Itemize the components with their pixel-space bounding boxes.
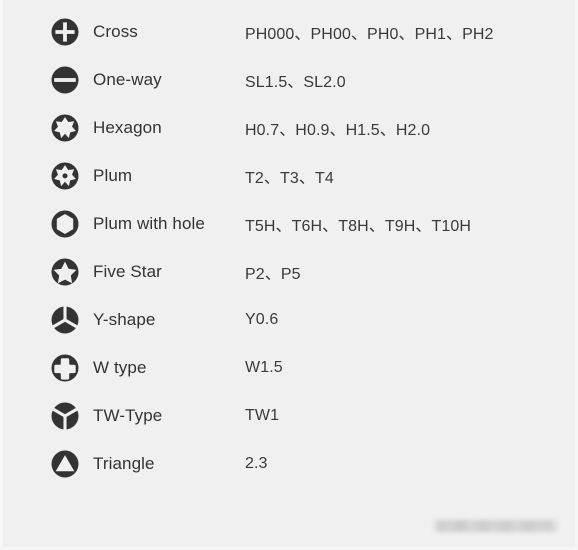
screwdriver-bit-spec-page: Cross PH000、PH00、PH0、PH1、PH2 One-way SL1…	[0, 0, 578, 550]
spec-row: Plum T2、T3、T4	[0, 152, 578, 200]
tw-type-bit-icon	[50, 401, 93, 431]
hexagon-star-bit-icon	[50, 113, 93, 143]
spec-value: W1.5	[245, 359, 283, 376]
bit-spec-list: Cross PH000、PH00、PH0、PH1、PH2 One-way SL1…	[0, 8, 578, 488]
spec-value: TW1	[245, 407, 280, 424]
spec-label: Hexagon	[93, 118, 162, 137]
spec-row: Y-shape Y0.6	[0, 296, 578, 344]
spec-label: TW-Type	[93, 406, 163, 425]
spec-value: SL1.5、SL2.0	[245, 74, 346, 91]
spec-value: T5H、T6H、T8H、T9H、T10H	[245, 218, 472, 235]
blurred-watermark	[432, 520, 560, 532]
plum-torx-bit-icon	[50, 161, 93, 191]
y-shape-bit-icon	[50, 305, 93, 335]
five-star-bit-icon	[50, 257, 93, 287]
spec-label: Five Star	[93, 262, 162, 281]
spec-row: Plum with hole T5H、T6H、T8H、T9H、T10H	[0, 200, 578, 248]
spec-row: Hexagon H0.7、H0.9、H1.5、H2.0	[0, 104, 578, 152]
w-type-bit-icon	[50, 353, 93, 383]
triangle-bit-icon	[50, 449, 93, 479]
spec-row: One-way SL1.5、SL2.0	[0, 56, 578, 104]
spec-label: Plum	[93, 166, 133, 185]
spec-value: P2、P5	[245, 266, 301, 283]
one-way-slot-bit-icon	[50, 65, 93, 95]
spec-label: Triangle	[93, 454, 155, 473]
spec-label: One-way	[93, 70, 162, 89]
spec-row: Cross PH000、PH00、PH0、PH1、PH2	[0, 8, 578, 56]
spec-row: Triangle 2.3	[0, 440, 578, 488]
spec-value: H0.7、H0.9、H1.5、H2.0	[245, 122, 431, 139]
spec-label: W type	[93, 358, 147, 377]
spec-label: Plum with hole	[93, 214, 205, 233]
spec-label: Y-shape	[93, 310, 156, 329]
spec-row: Five Star P2、P5	[0, 248, 578, 296]
spec-value: PH000、PH00、PH0、PH1、PH2	[245, 26, 494, 43]
cross-bit-icon	[50, 17, 93, 47]
spec-value: 2.3	[245, 455, 268, 472]
spec-value: Y0.6	[245, 311, 279, 328]
plum-with-hole-bit-icon	[50, 209, 93, 239]
spec-row: W type W1.5	[0, 344, 578, 392]
spec-value: T2、T3、T4	[245, 170, 334, 187]
spec-label: Cross	[93, 22, 138, 41]
spec-row: TW-Type TW1	[0, 392, 578, 440]
